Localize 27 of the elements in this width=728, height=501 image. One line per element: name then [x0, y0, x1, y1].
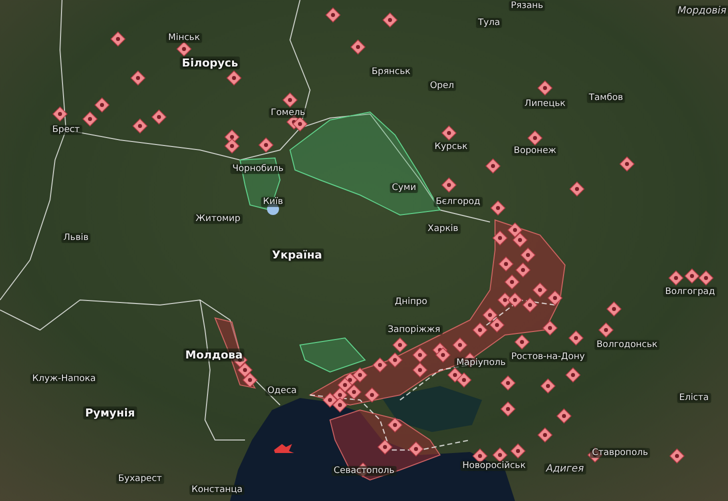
- attack-marker[interactable]: [322, 392, 338, 408]
- attack-marker[interactable]: [332, 397, 348, 413]
- attack-marker[interactable]: [504, 274, 520, 290]
- attack-marker[interactable]: [512, 232, 528, 248]
- attack-marker[interactable]: [224, 138, 240, 154]
- attack-marker[interactable]: [435, 347, 451, 363]
- attack-marker[interactable]: [387, 417, 403, 433]
- attack-marker[interactable]: [364, 387, 380, 403]
- attack-marker[interactable]: [346, 384, 362, 400]
- attack-marker[interactable]: [242, 372, 258, 388]
- attack-marker[interactable]: [547, 290, 563, 306]
- attack-marker[interactable]: [337, 377, 353, 393]
- attack-marker[interactable]: [392, 337, 408, 353]
- attack-marker[interactable]: [515, 262, 531, 278]
- plane-icon: [274, 444, 294, 453]
- attack-marker[interactable]: [292, 116, 308, 132]
- attack-marker[interactable]: [507, 222, 523, 238]
- attack-marker[interactable]: [498, 256, 514, 272]
- attack-marker[interactable]: [412, 362, 428, 378]
- city-label: Чорнобиль: [230, 164, 286, 174]
- attack-marker[interactable]: [489, 317, 505, 333]
- attack-marker[interactable]: [352, 367, 368, 383]
- attack-marker[interactable]: [684, 268, 700, 284]
- attack-marker[interactable]: [52, 106, 68, 122]
- attack-marker[interactable]: [387, 352, 403, 368]
- attack-marker[interactable]: [412, 347, 428, 363]
- attack-marker[interactable]: [507, 292, 523, 308]
